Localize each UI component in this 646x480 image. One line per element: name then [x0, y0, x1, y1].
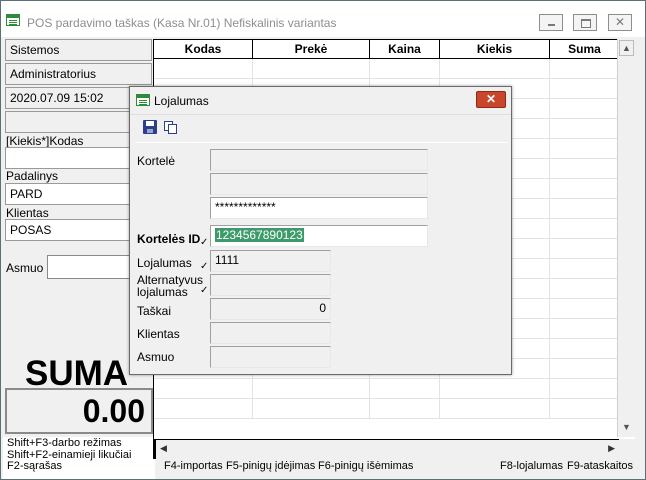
- column-header-suma[interactable]: Suma: [550, 40, 620, 59]
- column-header-kodas[interactable]: Kodas: [154, 40, 253, 59]
- table-row[interactable]: [154, 379, 620, 399]
- lojalumas-field[interactable]: 1111: [210, 250, 331, 272]
- korteles-id-value: 1234567890123: [215, 228, 304, 242]
- kortele-label: Kortelė: [137, 154, 176, 168]
- kortele-masked-value: *************: [215, 200, 276, 214]
- copy-icon[interactable]: [163, 120, 179, 135]
- kiekis-kodas-label: [Kiekis*]Kodas: [6, 134, 84, 148]
- horizontal-scrollbar[interactable]: ◀ ▶: [153, 439, 619, 459]
- minimize-button[interactable]: [539, 14, 563, 31]
- padalinys-label: Padalinys: [6, 169, 59, 183]
- hints-panel: Shift+F3-darbo režimas Shift+F2-einamiej…: [3, 437, 155, 479]
- window-title: POS pardavimo taškas (Kasa Nr.01) Nefisk…: [27, 16, 337, 30]
- datetime-label: 2020.07.09 15:02: [10, 91, 104, 105]
- save-icon[interactable]: [143, 120, 157, 134]
- user-label: Administratorius: [10, 67, 97, 81]
- table-row[interactable]: [154, 399, 620, 419]
- dialog-klientas-field[interactable]: [210, 322, 331, 344]
- kortele-masked-field[interactable]: *************: [210, 197, 428, 219]
- column-header-kaina[interactable]: Kaina: [370, 40, 440, 59]
- korteles-id-input[interactable]: 1234567890123: [210, 225, 428, 247]
- lojalumas-label: Lojalumas: [137, 256, 192, 270]
- close-button[interactable]: [608, 14, 632, 31]
- main-title-bar: POS pardavimo taškas (Kasa Nr.01) Nefisk…: [1, 1, 645, 37]
- lojalumas-check-icon: ✓: [200, 261, 209, 272]
- dialog-close-button[interactable]: ✕: [476, 91, 506, 108]
- lojalumas-value: 1111: [215, 253, 240, 267]
- klientas-value: POSAS: [10, 223, 52, 237]
- dialog-app-icon: [136, 94, 150, 106]
- vertical-scrollbar[interactable]: ▲ ▼: [617, 39, 635, 437]
- dialog-klientas-label: Klientas: [137, 327, 180, 341]
- dialog-asmuo-label: Asmuo: [137, 350, 175, 364]
- scroll-right-icon[interactable]: ▶: [608, 443, 615, 454]
- user-box: Administratorius: [5, 63, 152, 85]
- asmuo-label: Asmuo: [6, 261, 44, 275]
- scroll-down-icon[interactable]: ▼: [619, 420, 634, 436]
- hint-sarasas: F2-sąrašas: [7, 460, 63, 472]
- taskai-field[interactable]: 0: [210, 298, 331, 320]
- dialog-title-bar[interactable]: Lojalumas ✕: [130, 87, 511, 115]
- lojalumas-dialog: Lojalumas ✕ Kortelė ************* Kortel…: [129, 86, 512, 375]
- suma-box: 0.00: [5, 388, 153, 434]
- korteles-id-label: Kortelės ID: [137, 232, 201, 246]
- padalinys-value: PARD: [10, 187, 43, 201]
- main-window: POS pardavimo taškas (Kasa Nr.01) Nefisk…: [0, 0, 646, 480]
- f5-pinigu-idejimas-hint[interactable]: F5-pinigų įdėjimas: [226, 460, 315, 472]
- kortele-field-2[interactable]: [210, 173, 428, 195]
- column-header-kiekis[interactable]: Kiekis: [440, 40, 550, 59]
- alternatyvus-check-icon: ✓: [200, 285, 209, 296]
- alternatyvus-lojalumas-field[interactable]: [210, 274, 331, 296]
- maximize-button[interactable]: [573, 14, 597, 31]
- klientas-label: Klientas: [6, 206, 49, 220]
- kortele-field-1[interactable]: [210, 149, 428, 171]
- f8-lojalumas-hint[interactable]: F8-lojalumas: [500, 460, 563, 472]
- alternatyvus-lojalumas-label: Alternatyvus lojalumas: [137, 273, 204, 299]
- app-icon: [6, 14, 20, 26]
- system-label: Sistemos: [10, 43, 60, 57]
- system-menu-button[interactable]: Sistemos: [5, 39, 152, 61]
- dialog-asmuo-field[interactable]: [210, 346, 331, 368]
- grid-header: Kodas Prekė Kaina Kiekis Suma: [154, 40, 620, 59]
- korteles-id-check-icon: ✓: [200, 237, 209, 248]
- scroll-left-icon[interactable]: ◀: [160, 443, 167, 454]
- taskai-value: 0: [319, 301, 326, 315]
- suma-value: 0.00: [82, 393, 145, 429]
- scroll-up-icon[interactable]: ▲: [619, 40, 634, 56]
- toolbar-separator: [135, 142, 507, 143]
- f4-importas-hint[interactable]: F4-importas: [164, 460, 223, 472]
- table-row[interactable]: [154, 59, 620, 79]
- f9-ataskaitos-hint[interactable]: F9-ataskaitos: [567, 460, 633, 472]
- hint-darbo-rezimas: Shift+F3-darbo režimas: [7, 437, 122, 449]
- taskai-label: Taškai: [137, 304, 172, 318]
- dialog-title: Lojalumas: [154, 94, 209, 108]
- column-header-preke[interactable]: Prekė: [253, 40, 370, 59]
- f6-pinigu-isemimas-hint[interactable]: F6-pinigų išėmimas: [318, 460, 413, 472]
